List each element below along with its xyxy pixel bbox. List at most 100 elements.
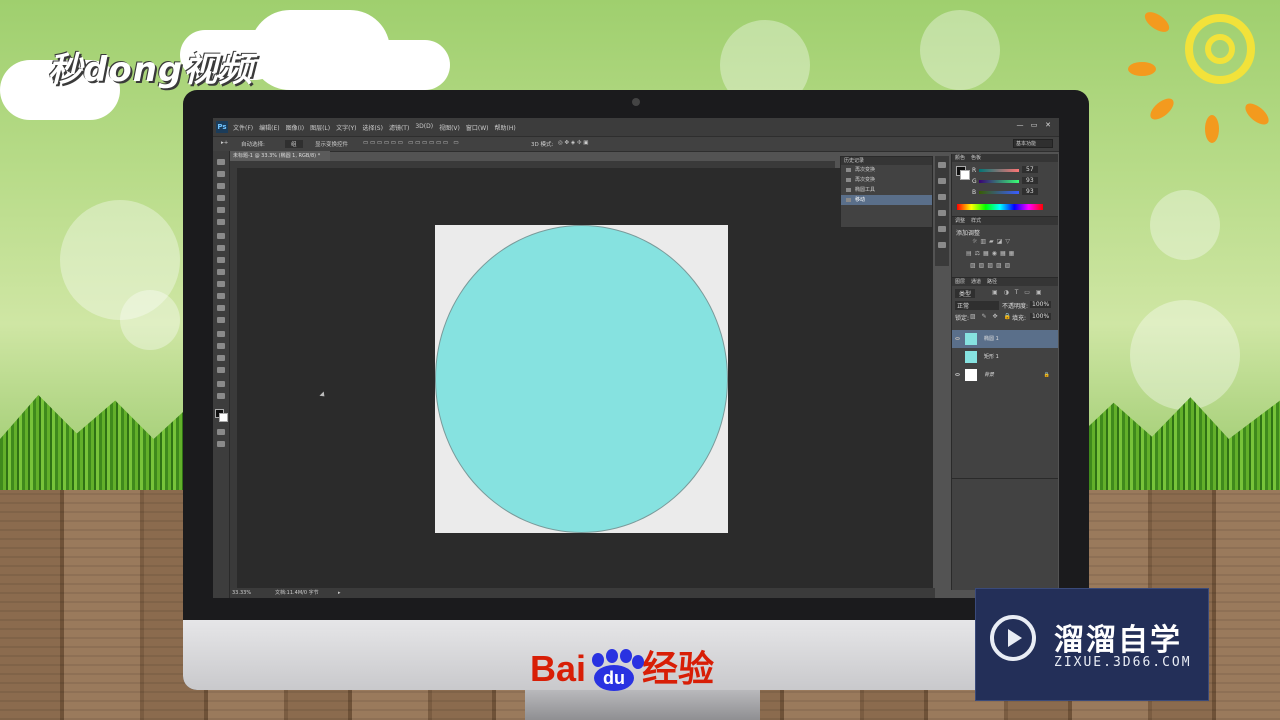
tab-styles[interactable]: 样式 <box>971 217 981 225</box>
stamp-tool-icon[interactable] <box>217 257 225 263</box>
color-spectrum[interactable] <box>957 204 1043 210</box>
document-tab[interactable]: 未标题-1 @ 33.3% (椭圆 1, RGB/8) * <box>230 151 330 161</box>
history-item-active[interactable]: 移动 <box>841 195 932 205</box>
marquee-tool-icon[interactable] <box>217 171 225 177</box>
menu-view[interactable]: 视图(V) <box>439 123 460 132</box>
zoom-tool-icon[interactable] <box>217 393 225 399</box>
layer-row[interactable]: 矩形 1 <box>952 348 1058 366</box>
quick-mask-icon[interactable] <box>217 429 225 435</box>
adjustments-panel-tabs: 调整 样式 <box>952 217 1058 225</box>
hand-tool-icon[interactable] <box>217 381 225 387</box>
history-panel-title[interactable]: 历史记录 <box>841 157 932 165</box>
show-transform-checkbox[interactable]: 显示变换控件 <box>315 140 348 148</box>
menu-help[interactable]: 帮助(H) <box>495 123 516 132</box>
workspace-dropdown[interactable]: 基本功能 <box>1013 139 1053 148</box>
healing-tool-icon[interactable] <box>217 233 225 239</box>
blue-value[interactable]: 93 <box>1022 188 1038 195</box>
history-dock-icon[interactable] <box>938 162 946 168</box>
fill-input[interactable]: 100% <box>1030 313 1052 320</box>
opacity-label: 不透明度: <box>1002 303 1029 310</box>
tab-color[interactable]: 颜色 <box>955 154 965 162</box>
menu-type[interactable]: 文字(Y) <box>336 123 356 132</box>
adjustment-icons-row[interactable]: ▨▨▨▨▨ <box>970 262 1013 269</box>
pen-tool-icon[interactable] <box>217 331 225 337</box>
red-value[interactable]: 57 <box>1022 166 1038 173</box>
blue-slider[interactable] <box>979 191 1019 194</box>
document-info[interactable]: 文档:11.4M/0 字节 <box>275 588 319 598</box>
history-brush-tool-icon[interactable] <box>217 269 225 275</box>
type-tool-icon[interactable] <box>217 343 225 349</box>
layer-name[interactable]: 椭圆 1 <box>984 330 999 348</box>
kind-filter-dropdown[interactable]: 类型 <box>955 289 976 298</box>
minimize-button[interactable]: — <box>1015 121 1025 129</box>
close-button[interactable]: ✕ <box>1043 121 1053 129</box>
lasso-tool-icon[interactable] <box>217 183 225 189</box>
clone-dock-icon[interactable] <box>938 210 946 216</box>
menu-layer[interactable]: 图层(L) <box>310 123 330 132</box>
auto-select-label[interactable]: 自动选择: <box>241 140 265 148</box>
3d-mode-icons[interactable]: ◎ ✥ ◈ ✢ ▣ <box>558 140 588 146</box>
ellipse-shape[interactable] <box>435 225 728 533</box>
bg-color-swatch[interactable] <box>960 170 970 180</box>
blend-mode-dropdown[interactable]: 正常 <box>955 301 999 310</box>
move-tool-icon[interactable]: ▸+ <box>221 140 228 146</box>
align-icons[interactable]: ▭ ▭ ▭ ▭ ▭ ▭ ▭ ▭ ▭ ▭ ▭ ▭ ▭ <box>363 140 459 146</box>
screen-mode-icon[interactable] <box>217 441 225 447</box>
eyedropper-tool-icon[interactable] <box>217 219 225 225</box>
quick-select-tool-icon[interactable] <box>217 195 225 201</box>
layer-name[interactable]: 背景 <box>984 366 994 384</box>
opacity-input[interactable]: 100% <box>1030 301 1052 308</box>
eye-icon[interactable] <box>955 337 960 340</box>
status-arrow-icon[interactable]: ▸ <box>338 588 341 598</box>
tab-paths[interactable]: 路径 <box>987 278 997 286</box>
canvas-workspace[interactable] <box>237 168 933 588</box>
tab-adjustments[interactable]: 调整 <box>955 217 965 225</box>
layer-name[interactable]: 矩形 1 <box>984 348 999 366</box>
paw-icon: du <box>586 649 645 692</box>
menu-edit[interactable]: 编辑(E) <box>259 123 279 132</box>
gradient-tool-icon[interactable] <box>217 293 225 299</box>
auto-select-dropdown[interactable]: 组 <box>285 140 303 148</box>
history-item[interactable]: 再次变换 <box>841 175 932 185</box>
lock-icons[interactable]: ▨ ✎ ✥ 🔒 <box>970 313 1013 320</box>
red-slider[interactable] <box>979 169 1019 172</box>
title-bar: Ps 文件(F) 编辑(E) 图像(I) 图层(L) 文字(Y) 选择(S) 滤… <box>213 118 1059 136</box>
status-bar: 33.33% 文档:11.4M/0 字节 ▸ <box>230 588 935 598</box>
tab-swatches[interactable]: 色板 <box>971 154 981 162</box>
filter-icons[interactable]: ▣ ◑ T ▭ ▣ <box>992 289 1044 296</box>
crop-tool-icon[interactable] <box>217 207 225 213</box>
menu-select[interactable]: 选择(S) <box>362 123 383 132</box>
brush-tool-icon[interactable] <box>217 245 225 251</box>
menu-image[interactable]: 图像(I) <box>286 123 304 132</box>
background-color-swatch[interactable] <box>219 413 228 422</box>
green-slider[interactable] <box>979 180 1019 183</box>
menu-filter[interactable]: 滤镜(T) <box>389 123 409 132</box>
photoshop-logo: Ps <box>216 121 228 133</box>
layer-row[interactable]: 背景 🔒 <box>952 366 1058 384</box>
zoom-level[interactable]: 33.33% <box>232 588 251 598</box>
properties-dock-icon[interactable] <box>938 178 946 184</box>
green-value[interactable]: 93 <box>1022 177 1038 184</box>
menu-file[interactable]: 文件(F) <box>233 123 253 132</box>
dodge-tool-icon[interactable] <box>217 317 225 323</box>
tab-layers[interactable]: 图层 <box>955 278 965 286</box>
menu-window[interactable]: 窗口(W) <box>466 123 489 132</box>
path-select-tool-icon[interactable] <box>217 355 225 361</box>
maximize-button[interactable]: ▭ <box>1029 121 1039 129</box>
eraser-tool-icon[interactable] <box>217 281 225 287</box>
history-item[interactable]: 再次变换 <box>841 165 932 175</box>
move-tool-icon[interactable] <box>217 159 225 165</box>
character-dock-icon[interactable] <box>938 226 946 232</box>
tab-channels[interactable]: 通道 <box>971 278 981 286</box>
document-canvas[interactable] <box>435 225 728 533</box>
brush-dock-icon[interactable] <box>938 194 946 200</box>
eye-icon[interactable] <box>955 373 960 376</box>
history-item[interactable]: 椭圆工具 <box>841 185 932 195</box>
menu-3d[interactable]: 3D(D) <box>415 123 433 132</box>
paragraph-dock-icon[interactable] <box>938 242 946 248</box>
shape-tool-icon[interactable] <box>217 367 225 373</box>
layer-row[interactable]: 椭圆 1 <box>952 330 1058 348</box>
adjustment-icons-row[interactable]: ▤⚖▦◉▦▦ <box>966 250 1017 257</box>
blur-tool-icon[interactable] <box>217 305 225 311</box>
adjustment-icons-row[interactable]: ☼▥▰◪▽ <box>972 238 1013 245</box>
